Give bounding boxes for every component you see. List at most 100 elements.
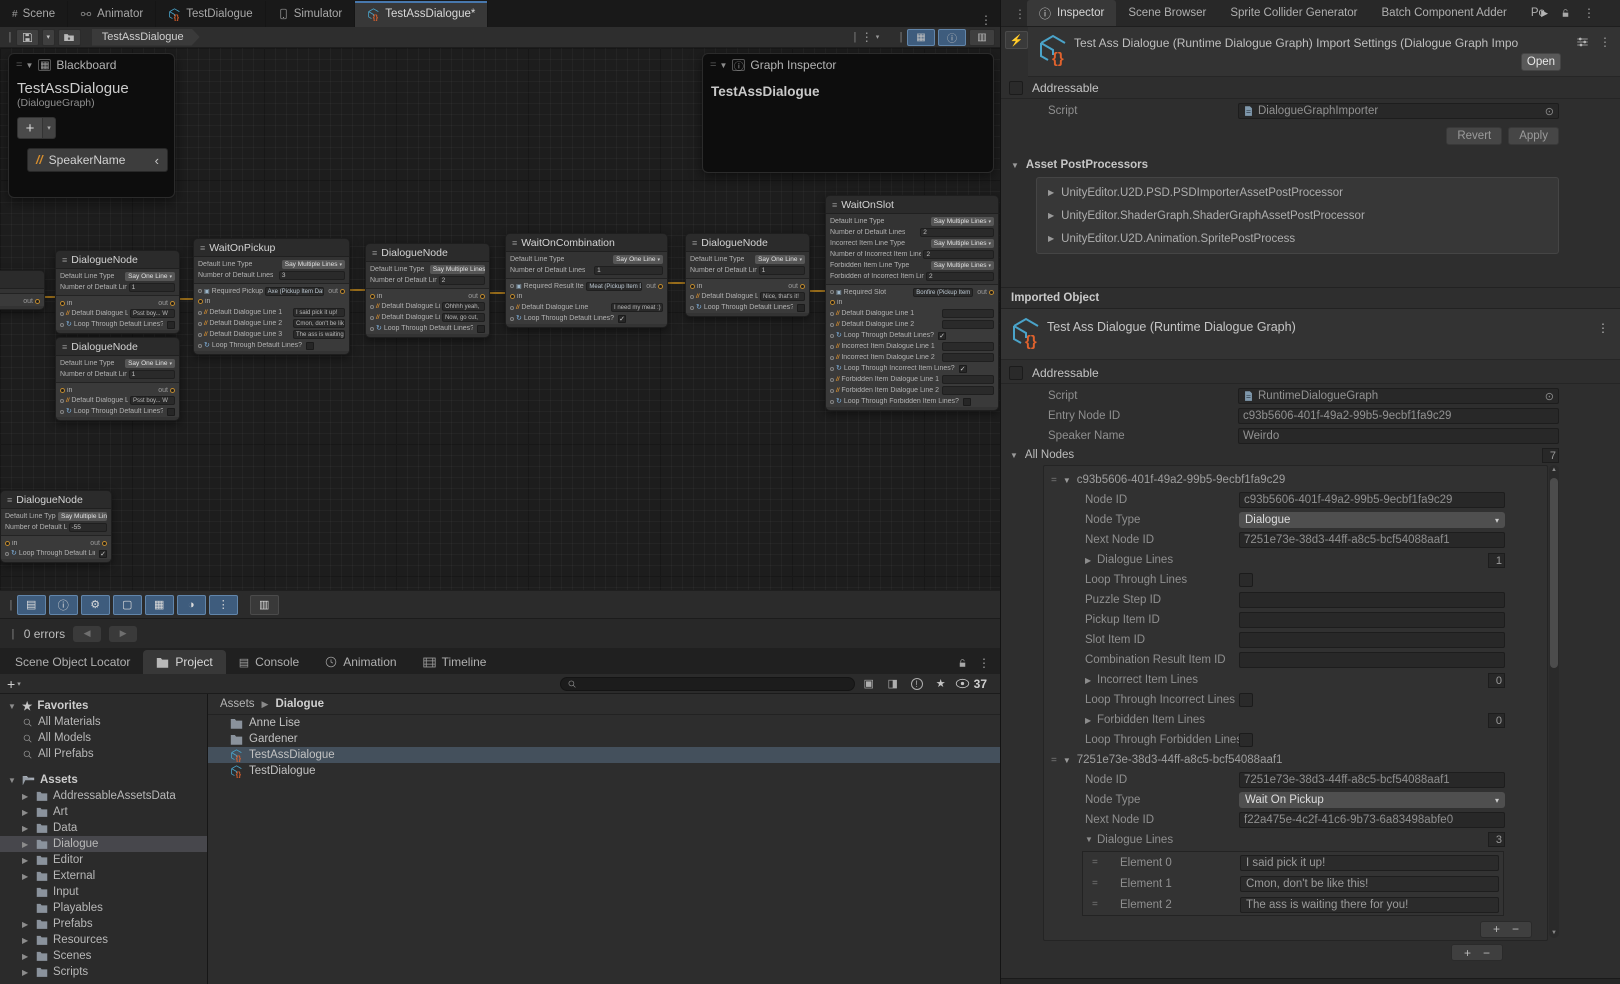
array-count-field[interactable]: 0 xyxy=(1488,673,1505,688)
node-dropdown[interactable]: Say One Line▾ xyxy=(755,255,805,264)
project-item[interactable]: {} Anne Lise xyxy=(208,715,1000,731)
tree-folder[interactable]: ▶ Prefabs xyxy=(0,916,207,932)
lock-icon[interactable] xyxy=(1560,7,1571,19)
node-row[interactable]: // ↻ ▣ in ▾ out xyxy=(194,296,349,307)
expand-arrow-icon[interactable]: ▶ xyxy=(1048,188,1054,197)
node-dropdown[interactable]: Say Multiple Lines▾ xyxy=(931,217,994,226)
package-filter-button[interactable]: ◨ xyxy=(883,676,903,692)
project-item[interactable]: {} TestAssDialogue xyxy=(208,747,1000,763)
tree-folder[interactable]: ▶ External xyxy=(0,868,207,884)
node-title-bar[interactable]: ≡ WaitOnSlot xyxy=(826,196,998,214)
assets-root[interactable]: ▼ Assets xyxy=(0,772,207,788)
breadcrumb[interactable]: TestAssDialogue xyxy=(92,29,200,46)
tree-folder[interactable]: ▶ Scenes xyxy=(0,948,207,964)
scroll-up-icon[interactable]: ▲ xyxy=(1549,467,1559,473)
bottom-tab[interactable]: ▤ Scene Object Locator xyxy=(2,650,143,674)
expand-arrow-icon[interactable]: ▶ xyxy=(1048,234,1054,243)
property-field[interactable]: 7251e73e-38d3-44ff-a8c5-bcf54088aaf1 xyxy=(1239,772,1505,788)
save-button[interactable] xyxy=(16,29,39,46)
graph-inspector-grip[interactable]: = xyxy=(710,59,714,71)
toolbar-dropdown-icon[interactable]: ▾ xyxy=(876,33,880,41)
node-row[interactable]: // ↻ ▣ Default Dialogue Line Psst boy...… xyxy=(56,395,179,406)
node-row[interactable]: // ↻ ▣ Loop Through Default Lines? ▾ out xyxy=(826,330,998,341)
scroll-down-icon[interactable]: ▼ xyxy=(1549,930,1559,936)
node-checkbox[interactable] xyxy=(618,315,626,323)
node-dropdown[interactable]: Say One Line▾ xyxy=(125,272,175,281)
element-field[interactable]: I said pick it up! xyxy=(1240,855,1499,871)
all-nodes-count[interactable]: 7 xyxy=(1542,448,1559,463)
node-field[interactable]: 2 xyxy=(439,276,485,285)
input-port[interactable] xyxy=(198,299,203,304)
output-port[interactable] xyxy=(989,290,994,295)
node-field[interactable]: I need my meat :) xyxy=(611,303,663,312)
expand-arrow-icon[interactable]: ▶ xyxy=(22,968,31,977)
errorbar-grip[interactable]: || xyxy=(8,628,16,640)
tree-folder[interactable]: ▶ Playables xyxy=(0,900,207,916)
node-row[interactable]: // ↻ ▣ Default Dialogue Line 1 ▾ out xyxy=(826,308,998,319)
node-row[interactable]: // ↻ ▣ in ▾ out xyxy=(506,291,667,302)
node-title-bar[interactable]: ≡ WaitOnCombination xyxy=(506,234,667,252)
node-row[interactable]: // ↻ ▣ Number of Incorrect Item Lines 2▾… xyxy=(826,249,998,260)
node-row[interactable]: // ↻ ▣ Loop Through Default Lines? ▾ out xyxy=(56,319,179,330)
graph-canvas[interactable]: ≡ StartNode // ↻ ▣ xyxy=(0,48,1000,590)
property-field[interactable]: 7251e73e-38d3-44ff-a8c5-bcf54088aaf1 xyxy=(1239,532,1505,548)
node-row[interactable]: // ↻ ▣ Default Dialogue Line 2 ▾ out xyxy=(826,319,998,330)
property-field[interactable] xyxy=(1239,592,1505,608)
expand-arrow-icon[interactable]: ▶ xyxy=(22,808,31,817)
node-field[interactable]: 3 xyxy=(279,271,345,280)
node-field[interactable] xyxy=(942,320,994,329)
node-row[interactable]: // ↻ ▣ Default Dialogue Line 2 Now, go c… xyxy=(366,312,489,323)
expand-arrow-icon[interactable]: ▶ xyxy=(22,856,31,865)
revert-button[interactable]: Revert xyxy=(1446,127,1502,145)
addressable-checkbox[interactable] xyxy=(1009,366,1023,380)
node-row[interactable]: // ↻ ▣ Required Result Item Meat (Pickup… xyxy=(506,278,667,291)
node-row[interactable]: // ↻ ▣ in ▾ out xyxy=(686,278,809,291)
property-checkbox[interactable] xyxy=(1239,573,1253,587)
property-field[interactable] xyxy=(1239,652,1505,668)
graph-node[interactable]: ≡ WaitOnSlot // ↻ ▣ xyxy=(825,195,999,411)
minimap-toggle-button[interactable]: ▥ xyxy=(969,29,995,46)
node-field[interactable]: The ass is waiting there for you! xyxy=(293,330,345,339)
node-field[interactable]: Meat (Pickup Item Data) xyxy=(586,282,642,291)
node-row[interactable]: // ↻ ▣ in ▾ out xyxy=(826,297,998,308)
blackboard-header[interactable]: = ▼ ▦ Blackboard xyxy=(9,54,174,76)
breadcrumb-current[interactable]: Dialogue xyxy=(275,698,324,710)
node-field[interactable]: 2 xyxy=(926,272,994,281)
node-row[interactable]: // ↻ ▣ in ▾ out xyxy=(56,382,179,395)
node-title-bar[interactable]: ≡ WaitOnPickup xyxy=(194,239,349,257)
node-row[interactable]: // ↻ ▣ Default Dialogue Line Psst boy...… xyxy=(56,308,179,319)
node-row[interactable]: // ↻ ▣ in ▾ out xyxy=(1,535,111,548)
node-row[interactable]: // ↻ ▣ Required Slot Bonfire (Pickup Ite… xyxy=(826,284,998,297)
tree-folder[interactable]: ▶ Data xyxy=(0,820,207,836)
node-field[interactable] xyxy=(942,386,994,395)
node-row[interactable]: // ↻ ▣ Incorrect Item Line Type Say Mult… xyxy=(826,238,998,249)
node-field[interactable] xyxy=(942,309,994,318)
tree-folder[interactable]: ▶ Scripts xyxy=(0,964,207,980)
input-port[interactable] xyxy=(510,294,515,299)
blackboard-toggle-button[interactable]: ▦ xyxy=(907,29,935,46)
favorites-item[interactable]: All Prefabs xyxy=(0,746,207,762)
tools-button[interactable]: ⚙ xyxy=(81,595,110,615)
apply-button[interactable]: Apply xyxy=(1508,127,1559,145)
toolbar-grip[interactable]: || xyxy=(5,31,13,43)
node-row[interactable]: // ↻ ▣ Default Line Type Say Multiple Li… xyxy=(366,264,489,275)
add-remove-element-buttons[interactable]: +− xyxy=(1480,921,1532,938)
bottom-tab[interactable]: ▤ Animation xyxy=(312,650,409,674)
blackboard-panel[interactable]: = ▼ ▦ Blackboard TestAssDialogue (Dialog… xyxy=(8,53,175,198)
expand-arrow-icon[interactable]: ▶ xyxy=(22,824,31,833)
node-checkbox[interactable] xyxy=(306,342,314,350)
object-picker-icon[interactable]: ⊙ xyxy=(1545,105,1554,118)
graph-node[interactable]: ≡ DialogueNode // ↻ ▣ xyxy=(685,233,810,317)
tree-folder[interactable]: ▶ Dialogue xyxy=(0,836,207,852)
property-checkbox[interactable] xyxy=(1239,693,1253,707)
output-port[interactable] xyxy=(658,284,663,289)
visibility-counter[interactable]: 37 xyxy=(955,677,987,691)
node-row[interactable]: // ↻ ▣ Forbidden Item Dialogue Line 2 ▾ … xyxy=(826,385,998,396)
output-port[interactable] xyxy=(102,541,107,546)
property-checkbox[interactable] xyxy=(1239,733,1253,747)
lock-icon[interactable] xyxy=(957,657,968,669)
node-field[interactable] xyxy=(942,353,994,362)
bottom-tab[interactable]: ▤ Console xyxy=(226,650,312,674)
node-row[interactable]: // ↻ ▣ Number of Default Lines 1▾ 1 out xyxy=(56,369,179,380)
output-port[interactable] xyxy=(480,294,485,299)
